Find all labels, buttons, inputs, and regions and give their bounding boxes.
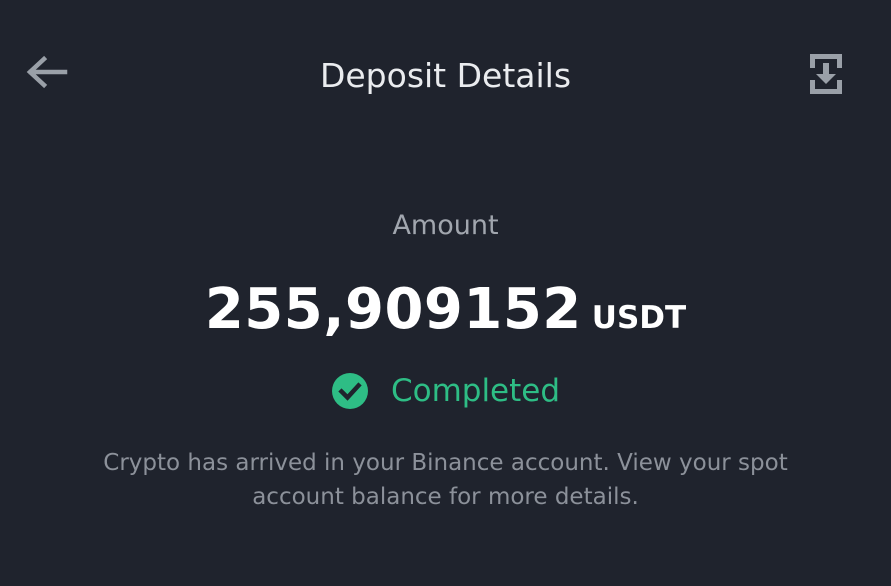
check-circle-icon [331,372,369,410]
amount-row: 255,909152 USDT [0,277,891,343]
save-button[interactable] [804,52,848,100]
deposit-details-screen: Deposit Details Amount 255,909152 USDT C… [0,0,891,586]
status-row: Completed [0,371,891,411]
deposit-description: Crypto has arrived in your Binance accou… [103,450,788,510]
amount-unit: USDT [591,300,687,336]
download-save-icon [808,52,844,100]
status-text: Completed [390,373,561,409]
page-title: Deposit Details [319,56,572,95]
amount-label: Amount [392,210,499,241]
amount-value: 255,909152 [204,277,582,342]
